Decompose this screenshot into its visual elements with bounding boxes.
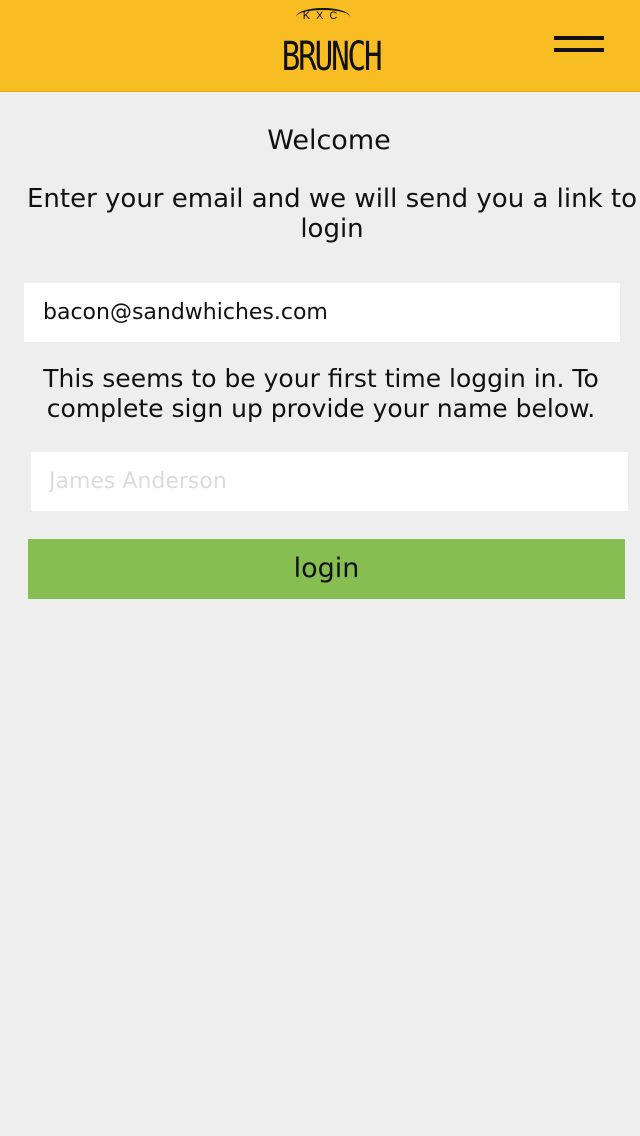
menu-bar [554,48,604,52]
menu-bar [554,36,604,40]
first-time-message: This seems to be your first time loggin … [43,364,599,423]
login-button[interactable]: login [28,539,625,599]
name-field[interactable] [31,452,628,511]
email-field[interactable] [24,283,620,342]
app-header: KXC BRUNCH [0,0,640,92]
hamburger-menu-icon[interactable] [548,30,610,70]
welcome-heading: Welcome [267,125,391,156]
brunch-logo: KXC BRUNCH [270,8,383,82]
login-instruction: Enter your email and we will send you a … [26,184,638,244]
logo-subtitle: KXC [302,10,344,22]
logo-wordmark: BRUNCH [281,34,383,80]
